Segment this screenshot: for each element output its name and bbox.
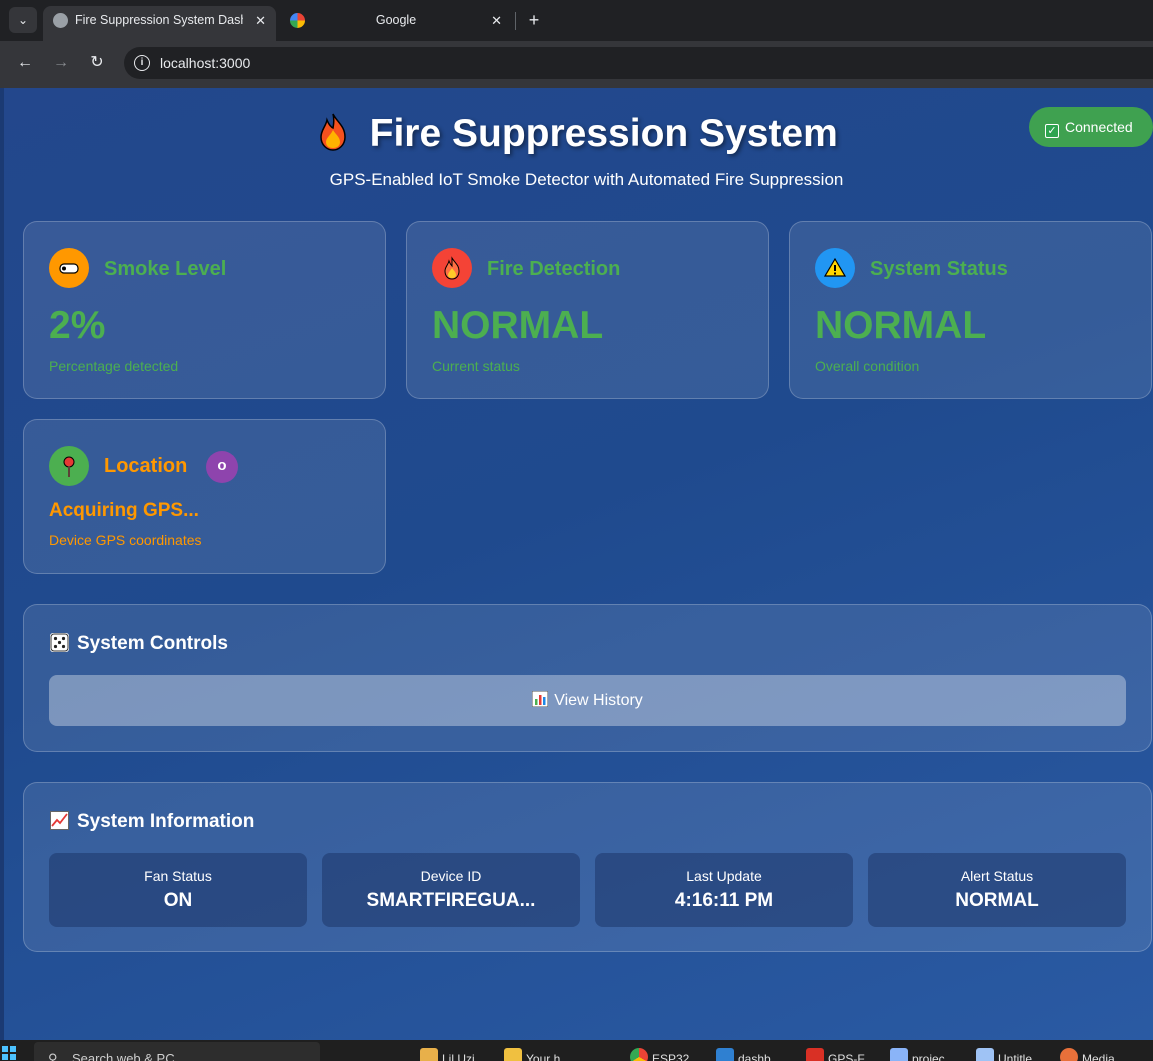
last-update-box: Last Update 4:16:11 PM bbox=[595, 853, 853, 927]
controls-icon bbox=[50, 633, 69, 652]
google-icon bbox=[290, 13, 305, 28]
system-status-card: System Status NORMAL Overall condition bbox=[789, 221, 1152, 399]
folder-icon bbox=[420, 1048, 438, 1061]
bar-chart-icon bbox=[532, 691, 549, 707]
back-button[interactable]: ← bbox=[13, 51, 37, 75]
pdf-icon bbox=[806, 1048, 824, 1061]
card-caption: Percentage detected bbox=[49, 358, 179, 374]
info-label: Device ID bbox=[420, 868, 482, 884]
info-value: ON bbox=[163, 890, 193, 911]
close-icon[interactable]: ✕ bbox=[491, 6, 502, 35]
tab-divider bbox=[515, 12, 516, 30]
notepad-icon bbox=[976, 1048, 994, 1061]
page-header: Fire Suppression System bbox=[0, 112, 1153, 156]
address-bar[interactable]: i localhost:3000 bbox=[124, 47, 1153, 79]
trend-chart-icon bbox=[50, 811, 69, 830]
info-label: Last Update bbox=[686, 868, 762, 884]
section-title: System Information bbox=[50, 811, 254, 833]
folder-icon bbox=[504, 1048, 522, 1061]
fire-icon bbox=[315, 112, 351, 152]
alert-status-box: Alert Status NORMAL bbox=[868, 853, 1126, 927]
device-id-box: Device ID SMARTFIREGUA... bbox=[322, 853, 580, 927]
info-value: NORMAL bbox=[955, 890, 1039, 911]
card-caption: Overall condition bbox=[815, 358, 920, 374]
taskbar-item[interactable]: Lil Uzi bbox=[420, 1048, 475, 1061]
chrome-icon bbox=[630, 1048, 648, 1061]
info-label: Fan Status bbox=[144, 868, 212, 884]
smoke-icon bbox=[49, 248, 89, 288]
page-subtitle: GPS-Enabled IoT Smoke Detector with Auto… bbox=[329, 170, 844, 189]
tab-title: Google bbox=[375, 13, 417, 27]
taskbar-item[interactable]: Your h bbox=[504, 1048, 560, 1061]
taskbar-item[interactable]: dashb bbox=[716, 1048, 771, 1061]
vscode-icon bbox=[716, 1048, 734, 1061]
page-title: Fire Suppression System bbox=[369, 112, 838, 155]
system-information-panel: System Information Fan Status ON Device … bbox=[23, 782, 1152, 952]
card-caption: Device GPS coordinates bbox=[49, 532, 202, 548]
pin-icon bbox=[49, 446, 89, 486]
info-label: Alert Status bbox=[960, 868, 1034, 884]
smoke-level-card: Smoke Level 2% Percentage detected bbox=[23, 221, 386, 399]
notepad-icon bbox=[890, 1048, 908, 1061]
fire-status-value: NORMAL bbox=[432, 304, 604, 347]
browser-tab-bar: ⌄ Fire Suppression System Dashbo ✕ Googl… bbox=[0, 0, 1153, 41]
tab-google[interactable]: Google ✕ bbox=[280, 6, 512, 41]
taskbar-search-input[interactable]: ⚲ Search web & PC bbox=[34, 1042, 320, 1061]
page-edge bbox=[0, 88, 4, 1040]
fan-status-box: Fan Status ON bbox=[49, 853, 307, 927]
taskbar-item[interactable]: Untitle bbox=[976, 1048, 1032, 1061]
smoke-value: 2% bbox=[49, 304, 106, 347]
location-badge: o bbox=[206, 451, 238, 483]
card-title: Smoke Level bbox=[104, 258, 227, 280]
close-icon[interactable]: ✕ bbox=[255, 6, 266, 35]
location-card: Location o Acquiring GPS... Device GPS c… bbox=[23, 419, 386, 574]
card-title: System Status bbox=[870, 258, 1008, 280]
warning-icon bbox=[815, 248, 855, 288]
url-text: localhost:3000 bbox=[160, 55, 251, 71]
section-title: System Controls bbox=[50, 633, 228, 655]
info-value: SMARTFIREGUA... bbox=[366, 890, 536, 911]
location-value: Acquiring GPS... bbox=[49, 500, 199, 521]
tab-search-button[interactable]: ⌄ bbox=[9, 7, 37, 33]
dashboard-page: ✓ Connected Fire Suppression System GPS-E… bbox=[0, 88, 1153, 1040]
taskbar-item[interactable]: ESP32 bbox=[630, 1048, 689, 1061]
reload-button[interactable]: ↻ bbox=[85, 51, 109, 75]
card-title: Location bbox=[104, 455, 188, 477]
globe-icon bbox=[53, 13, 68, 28]
media-player-icon bbox=[1060, 1048, 1078, 1061]
tab-title: Fire Suppression System Dashbo bbox=[75, 13, 243, 27]
fire-detection-card: Fire Detection NORMAL Current status bbox=[406, 221, 769, 399]
system-controls-panel: System Controls View History bbox=[23, 604, 1152, 752]
card-caption: Current status bbox=[432, 358, 520, 374]
browser-toolbar: ← → ↻ i localhost:3000 bbox=[0, 41, 1153, 85]
card-title: Fire Detection bbox=[487, 258, 621, 280]
flame-icon bbox=[432, 248, 472, 288]
taskbar-item[interactable]: Media bbox=[1060, 1048, 1115, 1061]
new-tab-button[interactable]: + bbox=[524, 8, 544, 32]
search-icon: ⚲ bbox=[48, 1051, 58, 1061]
windows-taskbar: ⚲ Search web & PC Lil Uzi Your h ESP32 d… bbox=[0, 1040, 1153, 1061]
tab-dashboard[interactable]: Fire Suppression System Dashbo ✕ bbox=[43, 6, 276, 41]
taskbar-item[interactable]: projec bbox=[890, 1048, 945, 1061]
info-title: System Information bbox=[77, 811, 255, 832]
search-placeholder: Search web & PC bbox=[72, 1051, 175, 1061]
taskbar-item[interactable]: GPS-F bbox=[806, 1048, 865, 1061]
info-value: 4:16:11 PM bbox=[674, 890, 774, 911]
forward-button[interactable]: → bbox=[49, 51, 73, 75]
view-history-button[interactable]: View History bbox=[49, 675, 1126, 726]
start-button[interactable] bbox=[2, 1046, 16, 1060]
system-status-value: NORMAL bbox=[815, 304, 987, 347]
view-history-label: View History bbox=[554, 692, 643, 709]
info-icon[interactable]: i bbox=[134, 55, 150, 71]
controls-title: System Controls bbox=[77, 633, 228, 654]
